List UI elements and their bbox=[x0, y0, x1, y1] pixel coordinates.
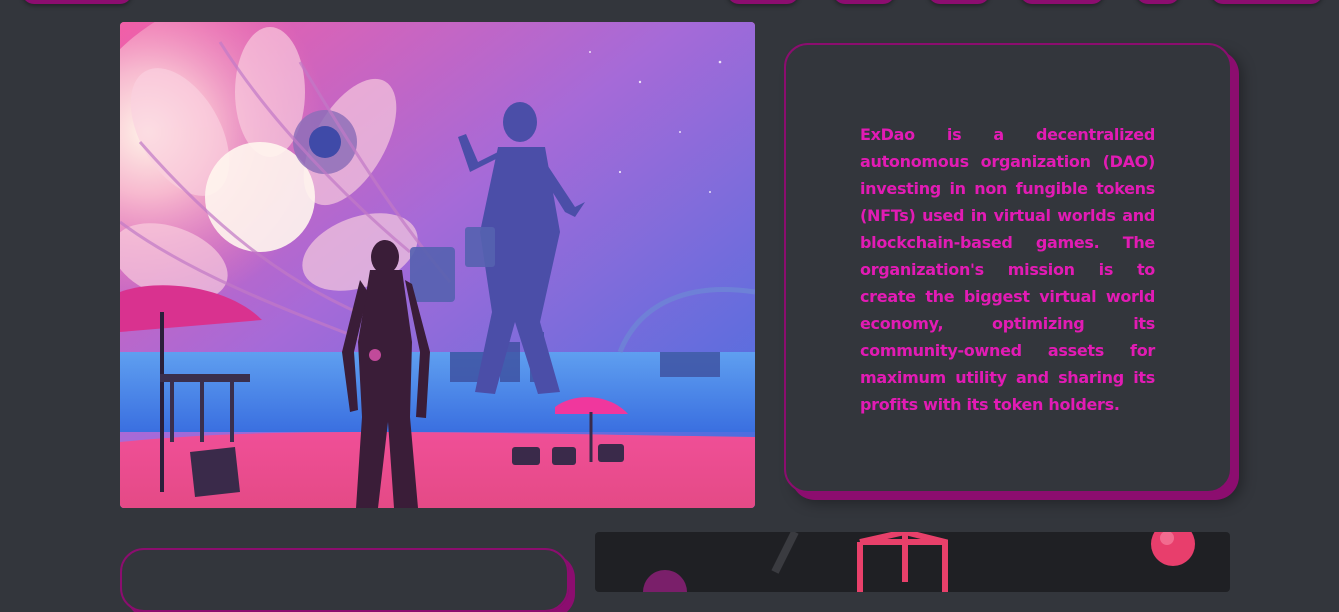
feature-card bbox=[120, 548, 569, 612]
hero-image bbox=[120, 22, 755, 508]
nav-item-1[interactable] bbox=[727, 0, 799, 4]
nav-item-2[interactable] bbox=[833, 0, 895, 4]
nav-item-3[interactable] bbox=[928, 0, 990, 4]
nav-logo-pill[interactable] bbox=[22, 0, 132, 4]
nav-item-5[interactable] bbox=[1136, 0, 1180, 4]
nav-item-4[interactable] bbox=[1020, 0, 1104, 4]
feature-image bbox=[595, 532, 1230, 592]
about-description: ExDao is a decentralized autonomous orga… bbox=[860, 125, 1155, 414]
nav-item-6[interactable] bbox=[1211, 0, 1323, 4]
